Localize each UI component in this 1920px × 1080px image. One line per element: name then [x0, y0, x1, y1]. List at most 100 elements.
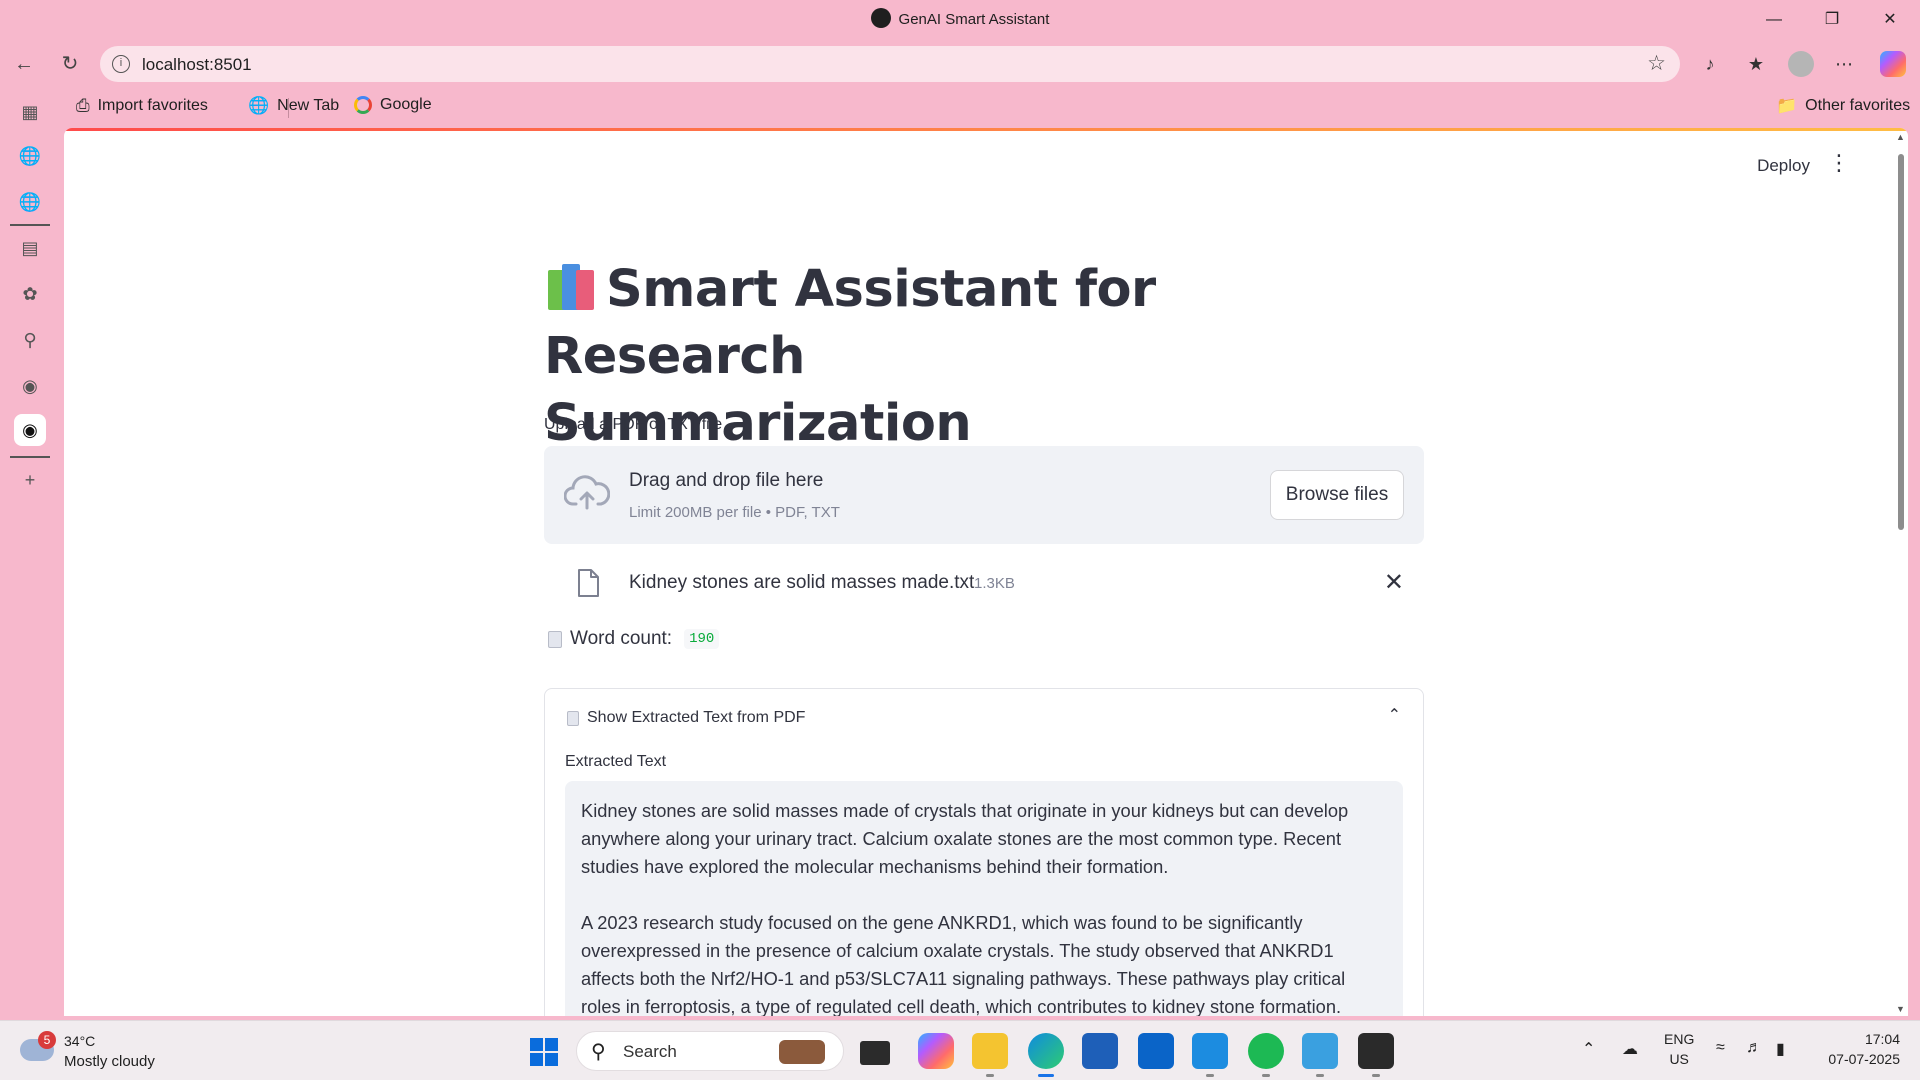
language-code: ENG — [1664, 1031, 1695, 1047]
extracted-text-area[interactable]: Kidney stones are solid masses made of c… — [565, 781, 1403, 1016]
favorite-label: New Tab — [277, 97, 340, 114]
expander-header[interactable]: Show Extracted Text from PDF — [567, 709, 805, 727]
address-bar[interactable]: i localhost:8501 ☆ — [100, 46, 1680, 82]
upload-label: Upload a PDF or TXT file — [544, 416, 723, 433]
favorite-import[interactable]: ⎙ Import favorites — [76, 96, 208, 116]
outlook-icon[interactable] — [1138, 1033, 1174, 1069]
expander-title[interactable]: Show Extracted Text from PDF — [587, 709, 805, 727]
sidebar-divider — [10, 224, 50, 226]
read-aloud-icon[interactable]: ♪ — [1694, 50, 1726, 78]
favorite-label: Import favorites — [97, 97, 208, 114]
back-button[interactable]: ← — [8, 50, 40, 78]
spotify-icon[interactable] — [1248, 1033, 1284, 1077]
uploaded-file-size: 1.3KB — [974, 575, 1015, 592]
more-options-icon[interactable]: ⋯ — [1828, 50, 1860, 78]
profile-avatar[interactable] — [1788, 51, 1814, 77]
main-menu-icon[interactable]: ⋮ — [1828, 152, 1850, 174]
uploaded-file-name: Kidney stones are solid masses made.txt — [629, 572, 975, 593]
cloud-upload-icon — [564, 475, 610, 510]
books-icon — [544, 260, 600, 310]
browser-toolbar: ← ↻ i localhost:8501 ☆ ♪ ★ ⋯ — [0, 42, 1920, 86]
window-title: GenAI Smart Assistant — [0, 8, 1920, 30]
volume-icon[interactable]: ♬ — [1746, 1039, 1762, 1057]
chevron-up-icon[interactable]: ⌃ — [1388, 705, 1401, 725]
search-icon[interactable]: ⚲ — [14, 324, 46, 356]
clock-date: 07-07-2025 — [1828, 1051, 1900, 1067]
microsoft-store-icon[interactable] — [1082, 1033, 1118, 1069]
scroll-down-icon[interactable]: ▼ — [1896, 1004, 1905, 1014]
window-title-text: GenAI Smart Assistant — [898, 10, 1050, 28]
region-code: US — [1669, 1051, 1689, 1067]
streamlit-top-decoration — [64, 128, 1908, 131]
minimize-button[interactable]: — — [1754, 6, 1794, 34]
file-explorer-icon[interactable] — [972, 1033, 1008, 1077]
github-icon[interactable]: ◉ — [14, 370, 46, 402]
task-view-icon[interactable] — [860, 1041, 890, 1065]
import-icon: ⎙ — [76, 96, 90, 115]
onedrive-icon[interactable]: ☁ — [1622, 1039, 1638, 1059]
start-button[interactable] — [530, 1038, 558, 1066]
favorite-star-icon[interactable]: ☆ — [1647, 51, 1666, 76]
restore-button[interactable]: ❐ — [1812, 6, 1852, 34]
weather-condition: Mostly cloudy — [64, 1053, 155, 1070]
globe-icon[interactable]: 🌐 — [14, 140, 46, 172]
site-info-icon[interactable]: i — [112, 55, 130, 73]
page-icon — [567, 710, 579, 726]
calendar-icon[interactable]: ▤ — [14, 232, 46, 264]
search-highlight-icon — [779, 1040, 825, 1064]
battery-icon[interactable]: ▮ — [1776, 1039, 1785, 1059]
taskbar-search[interactable]: ⚲ Search — [576, 1031, 844, 1071]
app-logo-icon — [870, 8, 891, 28]
uploaded-file-row: Kidney stones are solid masses made.txt … — [544, 562, 1424, 608]
word-count-label: Word count: — [570, 628, 673, 649]
favorite-google[interactable]: Google — [354, 96, 432, 114]
deploy-button[interactable]: Deploy — [1757, 156, 1810, 176]
streamlit-tab-icon[interactable]: ◉ — [14, 414, 46, 446]
refresh-button[interactable]: ↻ — [54, 50, 86, 78]
page-title-line1: Smart Assistant for Research — [544, 260, 1156, 386]
dropzone-limit: Limit 200MB per file • PDF, TXT — [629, 504, 840, 521]
favorite-label: Google — [380, 96, 432, 113]
wifi-icon[interactable]: ≈ — [1716, 1039, 1725, 1057]
other-favorites-label: Other favorites — [1805, 97, 1911, 114]
extracted-text-expander: Show Extracted Text from PDF ⌃ Extracted… — [544, 688, 1424, 1016]
vscode-icon[interactable] — [1192, 1033, 1228, 1077]
address-url[interactable]: localhost:8501 — [142, 55, 252, 75]
terminal-icon[interactable] — [1358, 1033, 1394, 1077]
page-icon — [548, 630, 562, 648]
favorites-icon[interactable]: ★ — [1740, 50, 1772, 78]
favorite-new-tab[interactable]: 🌐 New Tab — [248, 96, 339, 116]
browser-sidebar: ▦ 🌐 🌐 ▤ ✿ ⚲ ◉ ◉ + — [0, 96, 60, 1016]
extracted-paragraph: A 2023 research study focused on the gen… — [581, 912, 1346, 1016]
add-icon[interactable]: + — [14, 464, 46, 496]
browse-files-button[interactable]: Browse files — [1270, 470, 1404, 520]
weather-temp: 34°C — [64, 1033, 96, 1049]
edge-browser-icon[interactable] — [1028, 1033, 1064, 1077]
file-dropzone[interactable]: Drag and drop file here Limit 200MB per … — [544, 446, 1424, 544]
tab-actions-icon[interactable]: ▦ — [14, 96, 46, 128]
language-indicator[interactable]: ENG US — [1664, 1029, 1694, 1069]
google-icon — [354, 96, 372, 114]
word-count-value: 190 — [684, 629, 720, 649]
close-window-button[interactable]: ✕ — [1870, 6, 1910, 34]
notepad-icon[interactable] — [1302, 1033, 1338, 1077]
other-favorites[interactable]: 📁 Other favorites — [1776, 96, 1910, 116]
favorites-bar: ⎙ Import favorites 🌐 New Tab Google 📁 Ot… — [60, 92, 1920, 122]
scroll-up-icon[interactable]: ▲ — [1896, 132, 1905, 142]
search-placeholder: Search — [623, 1042, 677, 1061]
copilot-app-icon[interactable] — [918, 1033, 954, 1069]
system-clock[interactable]: 17:04 07-07-2025 — [1828, 1029, 1900, 1069]
search-icon: ⚲ — [591, 1041, 606, 1063]
folder-icon: 📁 — [1776, 96, 1798, 115]
copilot-icon[interactable] — [1880, 51, 1906, 77]
extracted-text-label: Extracted Text — [565, 753, 667, 770]
scrollbar-thumb[interactable] — [1898, 154, 1904, 530]
sidebar-divider — [10, 456, 50, 458]
chatgpt-icon[interactable]: ✿ — [14, 278, 46, 310]
remove-file-button[interactable]: ✕ — [1384, 568, 1404, 597]
dropzone-instruction: Drag and drop file here — [629, 470, 824, 491]
globe-icon[interactable]: 🌐 — [14, 186, 46, 218]
window-title-bar: GenAI Smart Assistant — ❐ ✕ — [0, 0, 1920, 42]
chevron-up-icon[interactable]: ⌃ — [1582, 1039, 1595, 1059]
page-scrollbar[interactable]: ▲ ▼ — [1894, 128, 1908, 1016]
